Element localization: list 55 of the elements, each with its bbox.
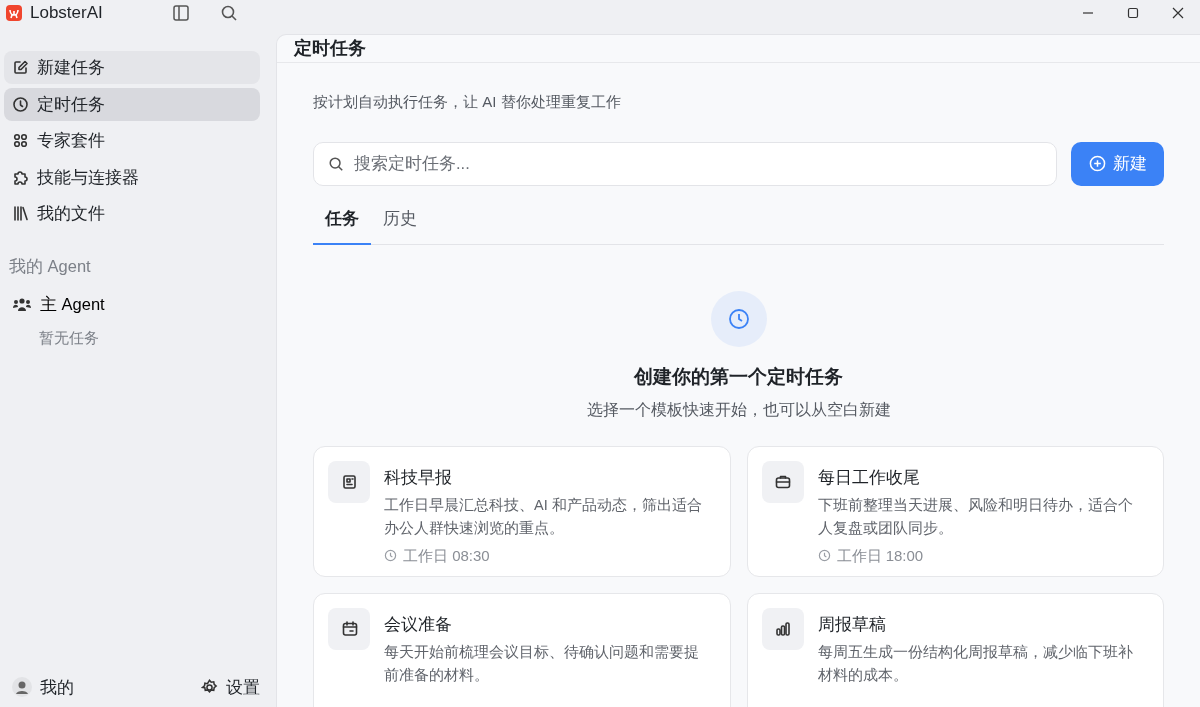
calendar-icon: [340, 620, 358, 638]
template-card[interactable]: 周报草稿 每周五生成一份结构化周报草稿，减少临下班补材料的成本。: [746, 592, 1164, 707]
tab[interactable]: 任务: [313, 205, 371, 246]
profile-button[interactable]: 我的: [12, 674, 74, 700]
template-title: 每日工作收尾: [817, 466, 921, 488]
edit-icon: [12, 59, 29, 76]
search-icon[interactable]: [220, 3, 238, 22]
template-card[interactable]: 会议准备 每天开始前梳理会议目标、待确认问题和需要提前准备的材料。: [313, 592, 731, 707]
team-icon: [12, 296, 32, 314]
template-card[interactable]: 每日工作收尾 下班前整理当天进展、风险和明日待办，适合个人复盘或团队同步。 工作日 18:00: [746, 445, 1164, 577]
sidebar-toggle-icon[interactable]: [172, 3, 190, 22]
settings-icon: [201, 678, 218, 696]
newspaper-icon: [340, 473, 358, 491]
template-card[interactable]: 科技早报 工作日早晨汇总科技、AI 和产品动态，筛出适合办公人群快速浏览的重点。 工作日 08:30: [313, 445, 731, 577]
puzzle-icon: [12, 168, 29, 186]
section-heading: 我的 Agent: [9, 255, 92, 277]
template-description: 每周五生成一份结构化周报草稿，减少临下班补材料的成本。: [817, 642, 1134, 685]
template-description: 每天开始前梳理会议目标、待确认问题和需要提前准备的材料。: [384, 642, 700, 685]
maximize-icon: [1126, 6, 1139, 19]
clock-icon: [384, 549, 397, 563]
search-icon: [328, 155, 344, 172]
app-title: LobsterAI: [30, 1, 103, 24]
settings-button[interactable]: 设置: [201, 674, 260, 700]
template-title: 科技早报: [384, 466, 453, 488]
sidebar-item[interactable]: 技能与连接器: [4, 160, 260, 194]
briefcase-icon: [774, 473, 791, 491]
sidebar-item[interactable]: 定时任务: [4, 87, 260, 121]
empty-state-text: 选择一个模板快速开始，也可以从空白新建: [586, 399, 891, 420]
empty-note: 暂无任务: [39, 328, 100, 348]
sidebar-item[interactable]: 新建任务: [4, 51, 260, 84]
bar-chart-icon: [774, 620, 791, 638]
sidebar-item[interactable]: 专家套件: [4, 124, 260, 157]
template-description: 下班前整理当天进展、风险和明日待办，适合个人复盘或团队同步。: [817, 495, 1134, 538]
template-title: 会议准备: [384, 613, 453, 635]
page-description: 按计划自动执行任务，让 AI 替你处理重复工作: [313, 92, 622, 112]
agent-item[interactable]: 主 Agent: [4, 292, 113, 317]
schedule-time: 工作日 08:30: [403, 545, 490, 566]
tab[interactable]: 历史: [371, 205, 429, 246]
search-field[interactable]: 搜索定时任务...: [313, 141, 1057, 186]
close-icon: [1171, 6, 1184, 19]
sidebar-item[interactable]: 我的文件: [4, 197, 260, 230]
clock-icon: [817, 549, 831, 563]
empty-state-heading: 创建你的第一个定时任务: [634, 365, 843, 390]
page-title: 定时任务: [294, 37, 366, 60]
template-title: 周报草稿: [817, 613, 887, 635]
app-logo: [6, 4, 22, 21]
books-icon: [12, 205, 29, 222]
clock-icon: [726, 307, 751, 332]
plus-circle-icon: [1088, 155, 1106, 172]
avatar-icon: [12, 677, 32, 697]
new-button[interactable]: 新建: [1071, 141, 1164, 186]
schedule-time: 工作日 18:00: [836, 545, 924, 566]
template-description: 工作日早晨汇总科技、AI 和产品动态，筛出适合办公人群快速浏览的重点。: [384, 495, 703, 538]
grid-icon: [12, 132, 29, 149]
clock-icon: [12, 95, 29, 113]
